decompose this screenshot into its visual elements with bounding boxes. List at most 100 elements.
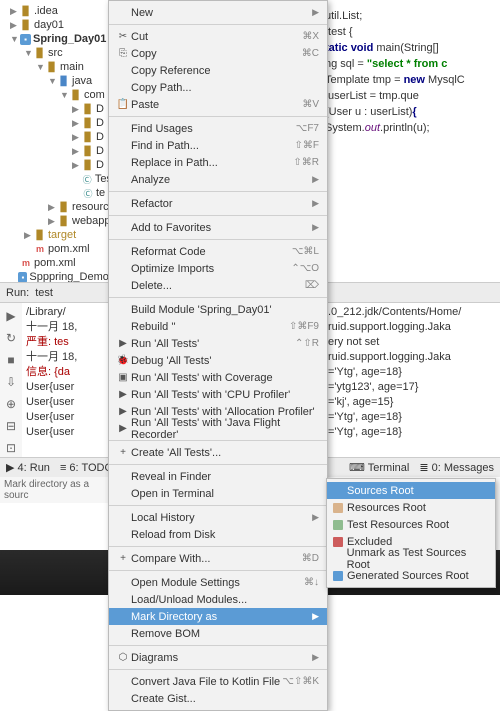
- tree-label: pom.xml: [34, 257, 76, 269]
- root-color-icon: [333, 520, 343, 530]
- run-tool-icon[interactable]: ↻: [6, 331, 16, 345]
- submenu-arrow-icon: ▶: [312, 512, 319, 523]
- menu-item-label: Reload from Disk: [131, 529, 319, 541]
- menu-shortcut: ⌘C: [302, 48, 319, 59]
- menu-compare-with[interactable]: +Compare With...⌘D: [109, 550, 327, 567]
- tree-item-d[interactable]: ▶▉D: [0, 158, 115, 172]
- menu-cut[interactable]: ✂Cut⌘X: [109, 28, 327, 45]
- menu-separator: [109, 297, 327, 298]
- submenu-resources-root[interactable]: Resources Root: [327, 499, 495, 516]
- tree-item-com[interactable]: ▼▉com: [0, 88, 115, 102]
- menu-delete[interactable]: Delete...⌦: [109, 277, 327, 294]
- tree-item-d[interactable]: ▶▉D: [0, 130, 115, 144]
- menu-reveal-in-finder[interactable]: Reveal in Finder: [109, 468, 327, 485]
- menu-item-label: Create 'All Tests'...: [131, 447, 319, 459]
- menu-create-all-tests[interactable]: +Create 'All Tests'...: [109, 444, 327, 461]
- menu-separator: [109, 669, 327, 670]
- tree-item-d[interactable]: ▶▉D: [0, 144, 115, 158]
- tree-item-main[interactable]: ▼▉main: [0, 60, 115, 74]
- menu-optimize-imports[interactable]: Optimize Imports⌃⌥O: [109, 260, 327, 277]
- tree-item-pom-xml[interactable]: mpom.xml: [0, 256, 115, 270]
- menu-item-icon: ▣: [115, 372, 131, 383]
- toolwin-todo[interactable]: ≡ 6: TODO: [60, 462, 113, 474]
- menu-item-icon: 🐞: [115, 355, 131, 366]
- menu-paste[interactable]: 📋Paste⌘V: [109, 96, 327, 113]
- menu-item-label: Paste: [131, 99, 302, 111]
- menu-remove-bom[interactable]: Remove BOM: [109, 625, 327, 642]
- menu-reload-from-disk[interactable]: Reload from Disk: [109, 526, 327, 543]
- run-config-name[interactable]: test: [35, 287, 53, 299]
- menu-item-label: Compare With...: [131, 553, 302, 565]
- tree-item-d[interactable]: ▶▉D: [0, 116, 115, 130]
- menu-item-label: Rebuild '': [131, 321, 289, 333]
- tree-item-spring_day01[interactable]: ▼▪Spring_Day01: [0, 32, 115, 46]
- run-tool-icon[interactable]: ⊟: [6, 419, 16, 433]
- tree-arrow-icon: ▼: [10, 34, 18, 44]
- tree-item-day01[interactable]: ▶▉day01: [0, 18, 115, 32]
- tree-item-te[interactable]: Ⓒte: [0, 186, 115, 200]
- menu-run-all-tests-with-cpu-profiler[interactable]: ▶Run 'All Tests' with 'CPU Profiler': [109, 386, 327, 403]
- menu-item-label: Refactor: [131, 198, 312, 210]
- run-tool-icon[interactable]: ▶: [6, 309, 15, 323]
- tree-item-pom-xml[interactable]: mpom.xml: [0, 242, 115, 256]
- tree-item-target[interactable]: ▶▉target: [0, 228, 115, 242]
- submenu-arrow-icon: ▶: [312, 611, 319, 622]
- folder-icon: ▉: [58, 201, 70, 213]
- root-color-icon: [333, 486, 343, 496]
- menu-load-unload-modules[interactable]: Load/Unload Modules...: [109, 591, 327, 608]
- run-tool-icon[interactable]: ■: [7, 353, 14, 367]
- menu-add-to-favorites[interactable]: Add to Favorites▶: [109, 219, 327, 236]
- tree-item--idea[interactable]: ▶▉.idea: [0, 4, 115, 18]
- console-line: ='Ytg', age=18}: [328, 365, 500, 380]
- tree-item-d[interactable]: ▶▉D: [0, 102, 115, 116]
- menu-run-all-tests-with-java-flight-recorder[interactable]: ▶Run 'All Tests' with 'Java Flight Recor…: [109, 420, 327, 437]
- menu-item-label: Remove BOM: [131, 628, 319, 640]
- tree-label: D: [96, 131, 104, 143]
- tree-item-src[interactable]: ▼▉src: [0, 46, 115, 60]
- toolwin-run[interactable]: ▶ 4: Run: [6, 461, 50, 474]
- submenu-test-resources-root[interactable]: Test Resources Root: [327, 516, 495, 533]
- tree-item-resourc[interactable]: ▶▉resourc: [0, 200, 115, 214]
- menu-rebuild-default[interactable]: Rebuild ''⇧⌘F9: [109, 318, 327, 335]
- menu-copy-path[interactable]: Copy Path...: [109, 79, 327, 96]
- tree-label: .idea: [34, 5, 58, 17]
- folder-icon: ▉: [58, 215, 70, 227]
- folder-icon: ▉: [82, 131, 94, 143]
- menu-copy[interactable]: ⎘Copy⌘C: [109, 45, 327, 62]
- menu-copy-reference[interactable]: Copy Reference: [109, 62, 327, 79]
- menu-refactor[interactable]: Refactor▶: [109, 195, 327, 212]
- menu-new[interactable]: New▶: [109, 4, 327, 21]
- menu-run-all-tests-with-coverage[interactable]: ▣Run 'All Tests' with Coverage: [109, 369, 327, 386]
- tree-item-java[interactable]: ▼▉java: [0, 74, 115, 88]
- menu-find-in-path[interactable]: Find in Path...⇧⌘F: [109, 137, 327, 154]
- menu-diagrams[interactable]: ⬡Diagrams▶: [109, 649, 327, 666]
- menu-shortcut: ⌘↓: [304, 577, 319, 588]
- menu-create-gist[interactable]: Create Gist...: [109, 690, 327, 707]
- menu-analyze[interactable]: Analyze▶: [109, 171, 327, 188]
- submenu-label: Sources Root: [347, 485, 414, 497]
- run-tool-icon[interactable]: ⊡: [6, 441, 16, 455]
- run-tool-icon[interactable]: ⊕: [6, 397, 16, 411]
- submenu-unmark-as-test-sources-root[interactable]: Unmark as Test Sources Root: [327, 550, 495, 567]
- menu-open-module-settings[interactable]: Open Module Settings⌘↓: [109, 574, 327, 591]
- menu-reformat-code[interactable]: Reformat Code⌥⌘L: [109, 243, 327, 260]
- menu-convert-java-file-to-kotlin-file[interactable]: Convert Java File to Kotlin File⌥⇧⌘K: [109, 673, 327, 690]
- menu-item-label: Open in Terminal: [131, 488, 319, 500]
- menu-item-label: Find Usages: [131, 123, 296, 135]
- menu-open-in-terminal[interactable]: Open in Terminal: [109, 485, 327, 502]
- menu-replace-in-path[interactable]: Replace in Path...⇧⌘R: [109, 154, 327, 171]
- menu-local-history[interactable]: Local History▶: [109, 509, 327, 526]
- menu-build-module-spring-day01[interactable]: Build Module 'Spring_Day01': [109, 301, 327, 318]
- folder-icon: ▉: [82, 145, 94, 157]
- tree-item-test[interactable]: ⒸTest: [0, 172, 115, 186]
- menu-debug-all-tests[interactable]: 🐞Debug 'All Tests': [109, 352, 327, 369]
- menu-separator: [109, 464, 327, 465]
- run-tool-icon[interactable]: ⇩: [6, 375, 16, 389]
- submenu-sources-root[interactable]: Sources Root: [327, 482, 495, 499]
- tree-item-webapp[interactable]: ▶▉webapp: [0, 214, 115, 228]
- menu-find-usages[interactable]: Find Usages⌥F7: [109, 120, 327, 137]
- toolwin-messages[interactable]: ≣ 0: Messages: [419, 461, 494, 474]
- menu-run-all-tests[interactable]: ▶Run 'All Tests'⌃⇧R: [109, 335, 327, 352]
- menu-mark-directory-as[interactable]: Mark Directory as▶: [109, 608, 327, 625]
- toolwin-terminal[interactable]: ⌨ Terminal: [349, 461, 409, 474]
